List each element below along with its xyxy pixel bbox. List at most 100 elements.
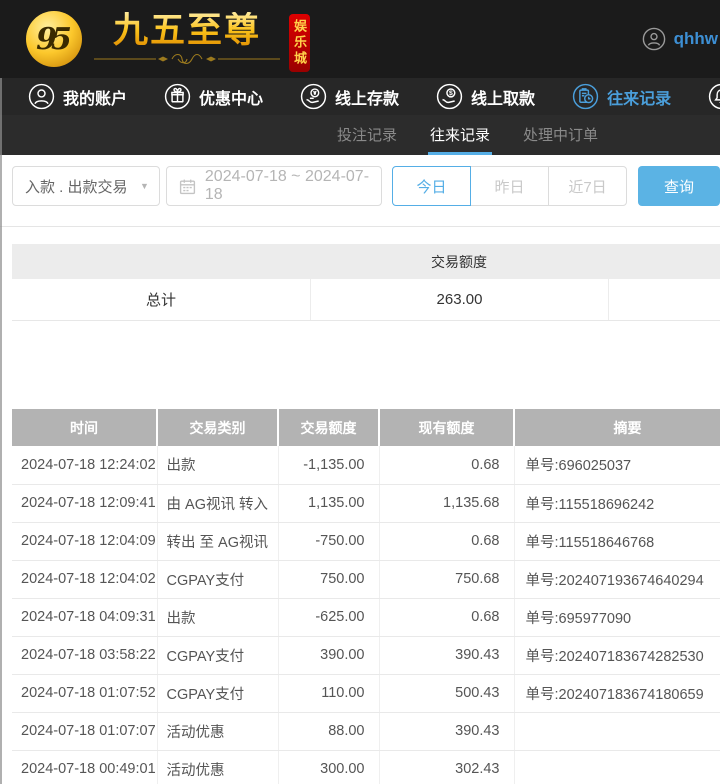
select-value: 入款 . 出款交易 xyxy=(25,176,128,197)
table-header-row: 时间 交易类别 交易额度 现有额度 摘要 xyxy=(12,409,720,446)
nav-item-withdraw[interactable]: $ 线上取款 xyxy=(436,83,535,110)
cell-amount: 750.00 xyxy=(278,560,379,598)
withdraw-icon: $ xyxy=(436,83,463,110)
table-row: 2024-07-18 12:24:02出款-1,135.000.68单号:696… xyxy=(12,446,720,484)
date-range-value: 2024-07-18 ~ 2024-07-18 xyxy=(205,168,369,204)
last7days-button[interactable]: 近7日 xyxy=(548,166,627,206)
yesterday-button[interactable]: 昨日 xyxy=(470,166,549,206)
cell-type: 活动优惠 xyxy=(157,712,278,750)
nav-label: 线上存款 xyxy=(335,85,399,109)
summary-header-row: 交易额度 xyxy=(12,244,720,279)
col-header-balance: 现有额度 xyxy=(379,409,514,446)
query-button[interactable]: 查询 xyxy=(638,166,720,206)
user-area[interactable]: qhhw xyxy=(642,27,718,51)
cell-time: 2024-07-18 12:24:02 xyxy=(12,446,157,484)
summary-total-label: 总计 xyxy=(12,289,310,310)
tab-processing-orders[interactable]: 处理中订单 xyxy=(521,118,600,155)
date-range-input[interactable]: 2024-07-18 ~ 2024-07-18 xyxy=(166,166,382,206)
nav-item-transaction-records[interactable]: 往来记录 xyxy=(572,83,671,110)
summary-amount-header: 交易额度 xyxy=(310,244,608,279)
nav-label: 我的账户 xyxy=(63,85,127,109)
cell-type: CGPAY支付 xyxy=(157,560,278,598)
cell-balance: 390.43 xyxy=(379,636,514,674)
cell-summary: 单号:115518696242 xyxy=(514,484,720,522)
nav-item-promotions[interactable]: 优惠中心 xyxy=(164,83,263,110)
table-row: 2024-07-18 12:04:02CGPAY支付750.00750.68单号… xyxy=(12,560,720,598)
nav-item-my-account[interactable]: 我的账户 xyxy=(28,83,127,110)
cell-time: 2024-07-18 03:58:22 xyxy=(12,636,157,674)
chevron-down-icon: ▼ xyxy=(140,181,149,191)
summary-total-value: 263.00 xyxy=(310,279,608,320)
cell-type: 出款 xyxy=(157,598,278,636)
cell-amount: -625.00 xyxy=(278,598,379,636)
window-edge-line xyxy=(0,78,2,784)
nav-label: 线上取款 xyxy=(471,85,535,109)
cell-summary xyxy=(514,712,720,750)
table-row: 2024-07-18 04:09:31出款-625.000.68单号:69597… xyxy=(12,598,720,636)
today-button[interactable]: 今日 xyxy=(392,166,471,206)
cell-time: 2024-07-18 01:07:07 xyxy=(12,712,157,750)
nav-item-messages[interactable]: 信息 xyxy=(708,83,720,110)
summary-table: 交易额度 总计 263.00 xyxy=(12,244,720,321)
table-row: 2024-07-18 12:09:41由 AG视讯 转入1,135.001,13… xyxy=(12,484,720,522)
cell-type: 由 AG视讯 转入 xyxy=(157,484,278,522)
cell-time: 2024-07-18 12:04:09 xyxy=(12,522,157,560)
cell-balance: 500.43 xyxy=(379,674,514,712)
nav-item-deposit[interactable]: 线上存款 xyxy=(300,83,399,110)
gift-icon xyxy=(164,83,191,110)
cell-type: 活动优惠 xyxy=(157,750,278,784)
tab-transaction-records[interactable]: 往来记录 xyxy=(428,118,492,155)
username-label: qhhw xyxy=(674,29,718,49)
table-row: 2024-07-18 12:04:09转出 至 AG视讯-750.000.68单… xyxy=(12,522,720,560)
cell-amount: 300.00 xyxy=(278,750,379,784)
tab-betting-records[interactable]: 投注记录 xyxy=(335,118,399,155)
col-header-summary: 摘要 xyxy=(514,409,720,446)
cell-balance: 0.68 xyxy=(379,446,514,484)
col-header-amount: 交易额度 xyxy=(278,409,379,446)
cell-balance: 1,135.68 xyxy=(379,484,514,522)
section-divider xyxy=(0,226,720,227)
table-row: 2024-07-18 01:07:07活动优惠88.00390.43 xyxy=(12,712,720,750)
cell-balance: 390.43 xyxy=(379,712,514,750)
calendar-icon xyxy=(179,178,196,195)
nav-label: 往来记录 xyxy=(607,85,671,109)
col-header-type: 交易类别 xyxy=(157,409,278,446)
cell-summary: 单号:696025037 xyxy=(514,446,720,484)
cell-amount: 110.00 xyxy=(278,674,379,712)
user-avatar-icon xyxy=(642,27,666,51)
nav-label: 优惠中心 xyxy=(199,85,263,109)
cell-amount: 1,135.00 xyxy=(278,484,379,522)
main-nav: 我的账户 优惠中心 线上存款 $ 线上取款 xyxy=(0,78,720,115)
cell-summary: 单号:115518646768 xyxy=(514,522,720,560)
top-header: 95 九五至尊 娱乐城 qhhw xyxy=(0,0,720,78)
brand-title: 九五至尊 xyxy=(113,12,261,51)
cell-time: 2024-07-18 12:09:41 xyxy=(12,484,157,522)
cell-time: 2024-07-18 01:07:52 xyxy=(12,674,157,712)
cell-summary: 单号:202407183674180659 xyxy=(514,674,720,712)
cell-balance: 0.68 xyxy=(379,598,514,636)
svg-text:$: $ xyxy=(449,90,453,97)
cell-type: CGPAY支付 xyxy=(157,636,278,674)
cell-time: 2024-07-18 12:04:02 xyxy=(12,560,157,598)
cell-summary xyxy=(514,750,720,784)
cell-amount: 390.00 xyxy=(278,636,379,674)
col-header-time: 时间 xyxy=(12,409,157,446)
cell-summary: 单号:202407193674640294 xyxy=(514,560,720,598)
cell-time: 2024-07-18 04:09:31 xyxy=(12,598,157,636)
table-row: 2024-07-18 00:49:01活动优惠300.00302.43 xyxy=(12,750,720,784)
cell-balance: 750.68 xyxy=(379,560,514,598)
cell-type: CGPAY支付 xyxy=(157,674,278,712)
transactions-tbody: 2024-07-18 12:24:02出款-1,135.000.68单号:696… xyxy=(12,446,720,784)
cell-amount: 88.00 xyxy=(278,712,379,750)
transaction-type-select[interactable]: 入款 . 出款交易 ▼ xyxy=(12,166,160,206)
cell-time: 2024-07-18 00:49:01 xyxy=(12,750,157,784)
subtab-bar: 投注记录 往来记录 处理中订单 xyxy=(0,115,720,155)
transactions-table: 时间 交易类别 交易额度 现有额度 摘要 2024-07-18 12:24:02… xyxy=(12,409,720,784)
summary-total-row: 总计 263.00 xyxy=(12,279,720,321)
cell-summary: 单号:695977090 xyxy=(514,598,720,636)
site-logo[interactable]: 95 九五至尊 娱乐城 xyxy=(26,6,336,72)
bell-icon xyxy=(708,83,720,110)
filter-row: 入款 . 出款交易 ▼ 2024-07-18 ~ 2024-07-18 今日 昨… xyxy=(12,166,720,206)
cell-balance: 0.68 xyxy=(379,522,514,560)
user-icon xyxy=(28,83,55,110)
